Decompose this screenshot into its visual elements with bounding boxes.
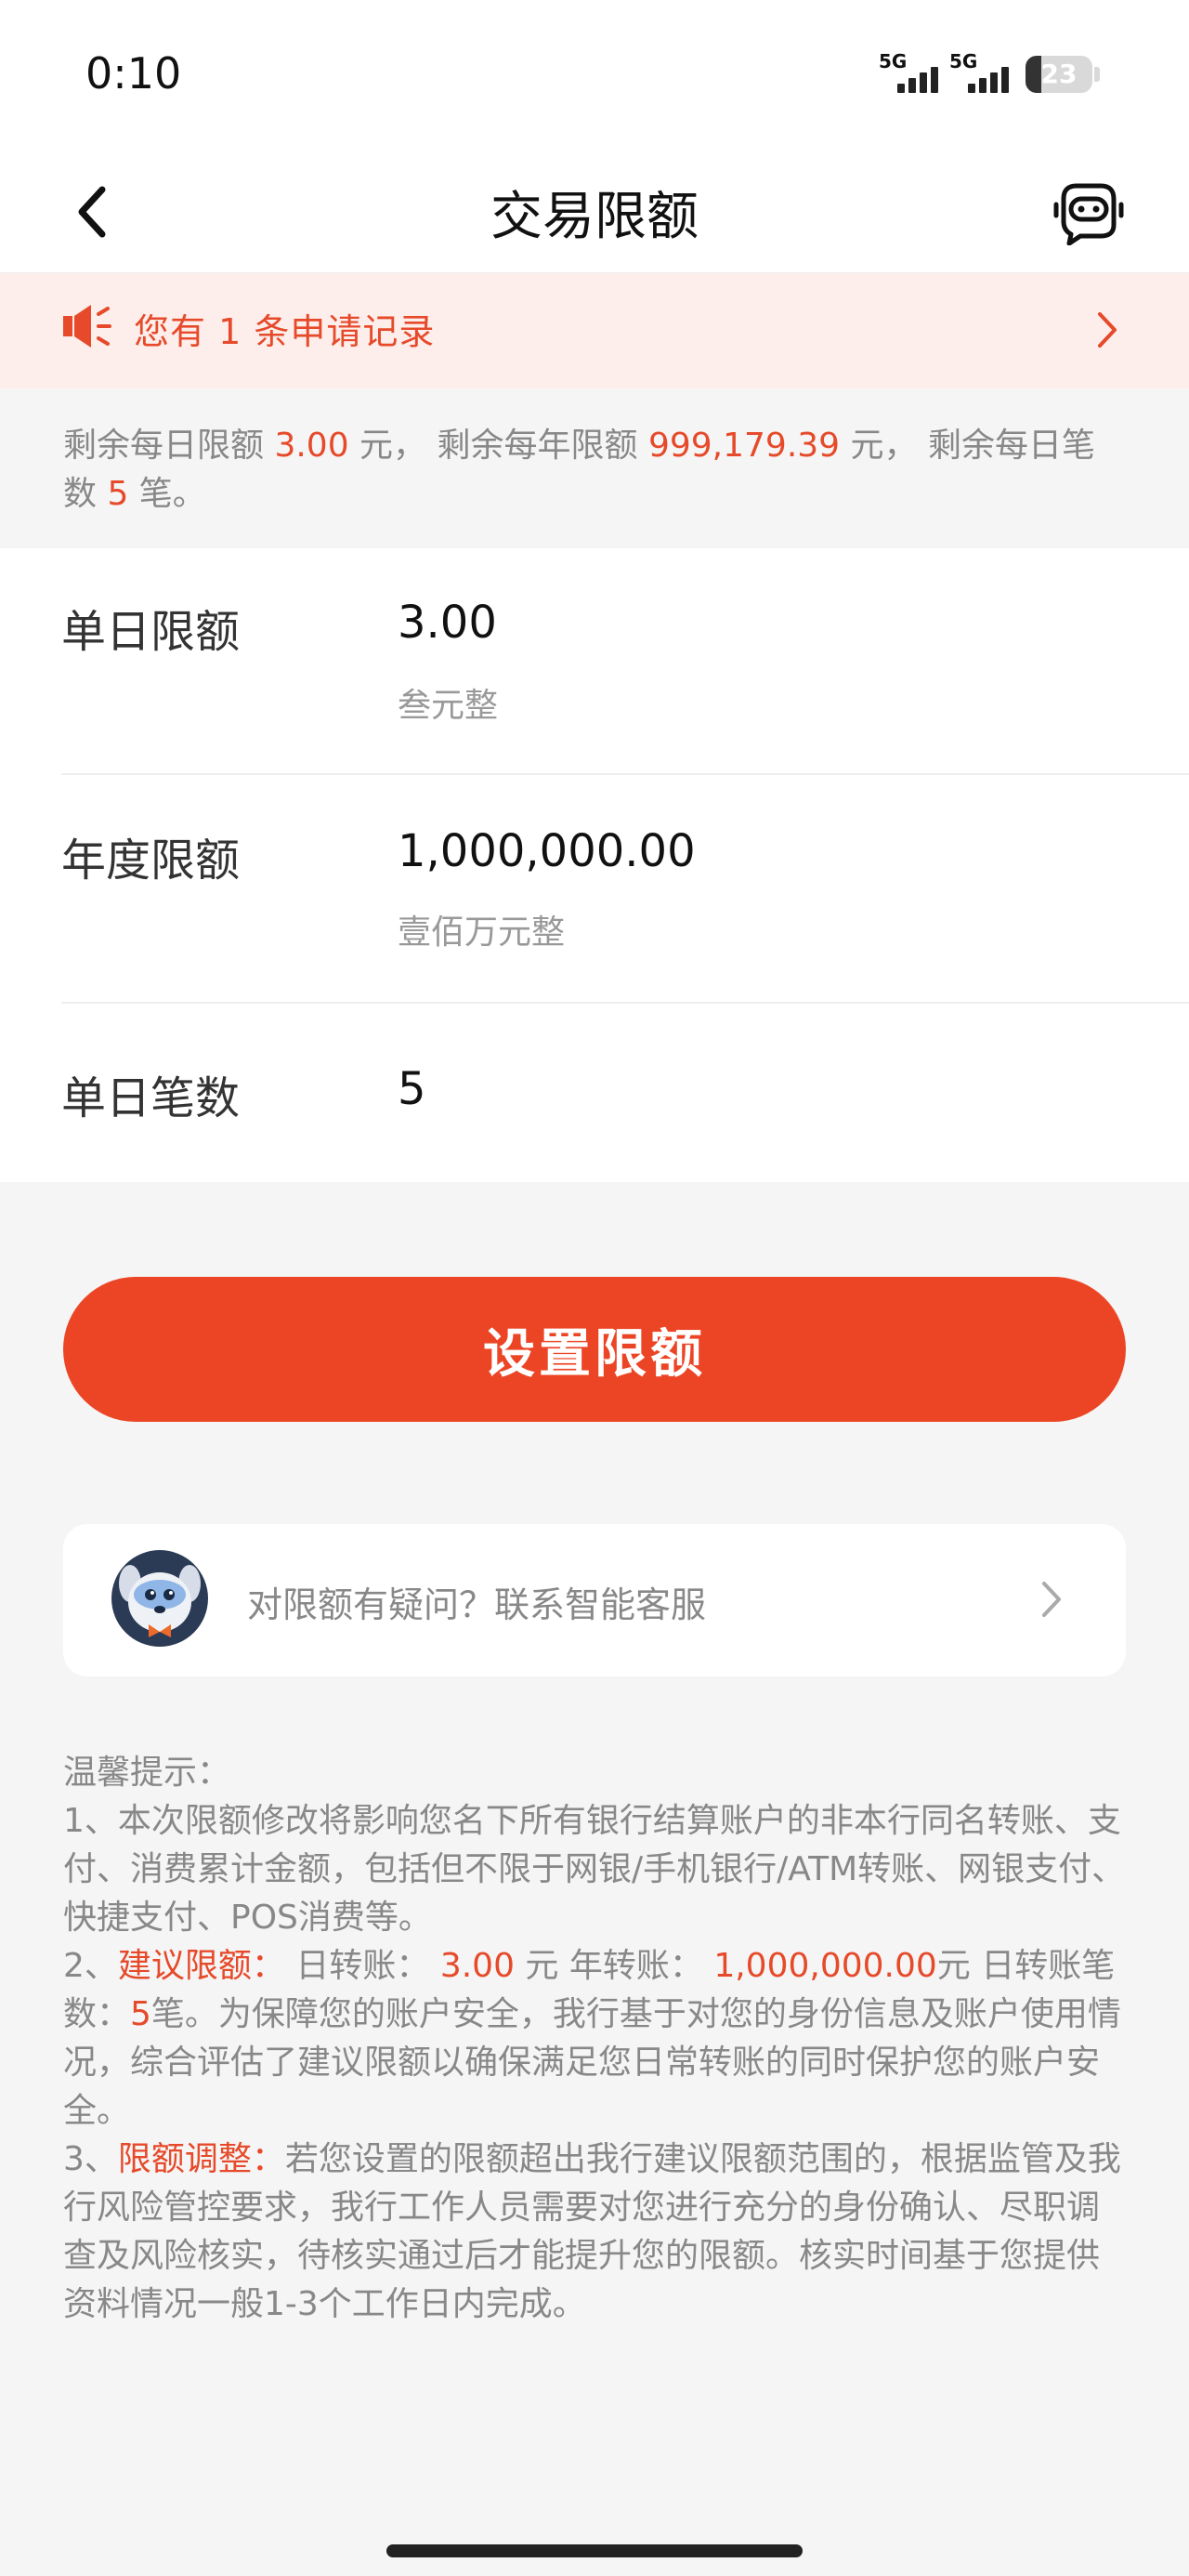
robot-icon (1053, 183, 1124, 245)
battery-level: 23 (1040, 59, 1078, 89)
yearly-remaining-value: 999,179.39 (647, 427, 841, 465)
customer-service-text: 对限额有疑问？联系智能客服 (247, 1584, 707, 1625)
tip-item-1: 1、本次限额修改将影响您名下所有银行结算账户的非本行同名转账、支付、消费累计金额… (63, 1802, 1126, 1937)
tips-section: 温馨提示： 1、本次限额修改将影响您名下所有银行结算账户的非本行同名转账、支付、… (63, 1749, 1131, 2329)
tip-item-3: 3、限额调整：若您设置的限额超出我行建议限额范围的，根据监管及我行风险管控要求，… (63, 2140, 1121, 2323)
application-record-notice[interactable]: 您有 1 条申请记录 (0, 273, 1189, 388)
yearly-limit-label: 年度限额 (61, 835, 241, 887)
daily-count-row[interactable]: 单日笔数 5 (61, 1004, 1189, 1182)
chevron-right-icon (1042, 1582, 1061, 1617)
daily-count-input[interactable]: 5 (398, 1063, 426, 1115)
nav-bar: 交易限额 (0, 149, 1189, 273)
limit-form: 单日限额 3.00 叁元整 年度限额 1,000,000.00 壹佰万元整 单日… (0, 548, 1189, 1182)
status-bar: 0:10 5G 5G 23 (0, 0, 1189, 149)
status-time: 0:10 (85, 48, 182, 99)
daily-limit-label: 单日限额 (61, 606, 241, 658)
notice-text: 您有 1 条申请记录 (134, 311, 436, 352)
speaker-icon (63, 305, 111, 348)
tip-item-2: 2、建议限额： 日转账： 3.00 元 年转账： 1,000,000.00元 日… (63, 1947, 1121, 2130)
daily-count-label: 单日笔数 (61, 1072, 241, 1124)
page-title: 交易限额 (490, 187, 699, 247)
yearly-limit-input[interactable]: 1,000,000.00 (398, 825, 696, 877)
robot-dog-avatar-icon (111, 1550, 208, 1647)
assistant-button[interactable] (1050, 173, 1128, 251)
daily-remaining-value: 3.00 (274, 427, 349, 465)
yearly-limit-row[interactable]: 年度限额 1,000,000.00 壹佰万元整 (61, 775, 1189, 1004)
tips-title: 温馨提示： (63, 1754, 231, 1792)
battery-icon: 23 (1026, 56, 1092, 93)
daily-limit-row[interactable]: 单日限额 3.00 叁元整 (61, 548, 1189, 775)
daily-limit-uppercase: 叁元整 (398, 687, 499, 725)
customer-service-card[interactable]: 对限额有疑问？联系智能客服 (63, 1524, 1126, 1676)
count-remaining-value: 5 (107, 475, 129, 513)
battery-tip (1094, 67, 1100, 82)
yearly-limit-uppercase: 壹佰万元整 (398, 913, 566, 952)
chevron-right-icon (1098, 312, 1117, 348)
remaining-limit-summary: 剩余每日限额 3.00 元， 剩余每年限额 999,179.39 元， 剩余每日… (0, 388, 1189, 548)
set-limit-button[interactable]: 设置限额 (63, 1277, 1126, 1422)
notice-count: 1 (218, 311, 242, 352)
daily-limit-input[interactable]: 3.00 (398, 597, 497, 649)
home-indicator[interactable] (386, 2544, 803, 2557)
